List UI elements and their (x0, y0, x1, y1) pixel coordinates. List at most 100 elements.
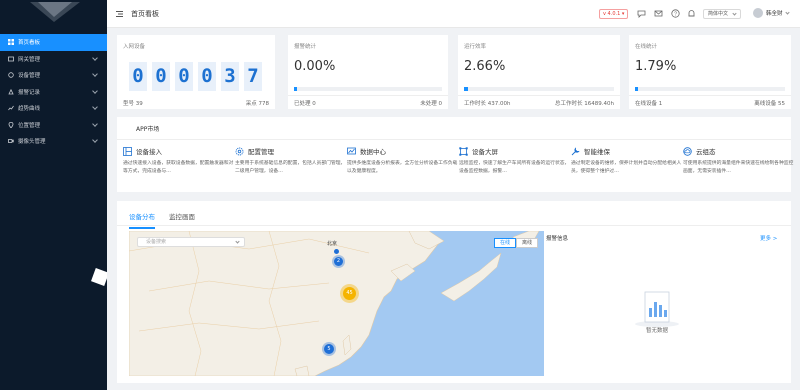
app-item-desc: 主要用于系统基础信息的配置，包括人员部门管理，二级用户管理，设备… (235, 161, 346, 174)
offline-toggle-button[interactable]: 离线 (515, 238, 538, 248)
svg-text:?: ? (674, 12, 677, 18)
app-item-name: 云组态 (696, 148, 716, 156)
app-item-maintenance[interactable]: 智能维保 通过制定设备的维修，保养计划并自动分配给相关人员，使得整个维护过… (571, 146, 684, 176)
app-item-desc: 提供多维度设备分析报表，全方位分析设备工作负载以及健康程度。 (347, 161, 458, 174)
digit: 0 (129, 62, 147, 91)
sidebar-item-camera[interactable]: 摄像头管理 (0, 133, 107, 150)
app-item-desc: 远程监控，快速了解生产车间所有设备的运行状态，设备监控数据，报警… (459, 161, 570, 174)
map-marker[interactable] (334, 249, 339, 254)
chevron-down-icon (92, 71, 98, 77)
chevron-down-icon (92, 87, 98, 94)
camera-icon (8, 138, 14, 144)
app-item-big-screen[interactable]: 设备大屏 远程监控，快速了解生产车间所有设备的运行状态，设备监控数据，报警… (459, 146, 572, 176)
stat-foot-left: 已处理 0 (294, 101, 316, 107)
stat-foot-left: 工作时长 437.00h (464, 101, 511, 107)
stat-value: 0.00% (294, 59, 336, 74)
alarm-icon (8, 88, 14, 95)
app-item-data-center[interactable]: 数据中心 提供多维度设备分析报表，全方位分析设备工作负载以及健康程度。 (347, 146, 460, 176)
digit: 0 (198, 62, 216, 91)
app-item-device-access[interactable]: 设备接入 通过快速接入设备，获取设备数据，配置触发器和对等方式，完成设备与… (123, 146, 236, 176)
device-map[interactable]: 设备搜索 在线 离线 北京 2 45 5 (129, 231, 544, 376)
stat-label: 报警统计 (294, 44, 317, 50)
stat-value: 1.79% (635, 59, 677, 74)
stat-foot-right: 采点 778 (245, 101, 269, 107)
tab-bar: 设备分布 监控画面 (129, 211, 195, 229)
digit: 0 (175, 62, 193, 91)
stat-foot-right: 离线设备 55 (754, 101, 785, 107)
app-item-desc: 通过快速接入设备，获取设备数据，配置触发器和对等方式，完成设备与… (123, 161, 234, 174)
progress-bar (464, 87, 614, 91)
chat-icon[interactable] (637, 9, 646, 18)
language-select[interactable]: 简体中文 (703, 9, 741, 19)
device-search-select[interactable]: 设备搜索 (137, 237, 245, 247)
tab-monitor-screen[interactable]: 监控画面 (169, 211, 195, 229)
map-label-beijing: 北京 (327, 241, 338, 247)
user-menu[interactable]: 韩全财 (753, 8, 790, 18)
stat-foot-right: 总工作时长 16489.40h (555, 101, 614, 107)
device-count-digits: 0 0 0 0 3 7 (129, 62, 262, 91)
sidebar-item-location[interactable]: 位置管理 (0, 117, 107, 134)
map-cluster[interactable]: 2 (332, 255, 345, 268)
app-market-card: APP市场 设备接入 通过快速接入设备，获取设备数据，配置触发器和对等方式，完成… (117, 117, 793, 192)
sidebar-item-gateway[interactable]: 网关管理 (0, 51, 107, 68)
menu-collapse-icon[interactable] (116, 11, 123, 17)
empty-data-icon (635, 291, 679, 327)
sidebar-item-trend[interactable]: 趋势曲线 (0, 100, 107, 117)
app-item-name: 数据中心 (360, 148, 386, 156)
device-count-card: 入网设备 0 0 0 0 3 7 型号 39 采点 778 (117, 35, 275, 109)
divider (117, 225, 791, 226)
app-item-cloud[interactable]: 云组态 可使用系统提供的海量组件来快速在线绘制各种监控画面，无需安装插件… (683, 146, 796, 176)
help-icon[interactable]: ? (671, 9, 680, 18)
sidebar: 首页看板 网关管理 设备管理 报警记录 趋势曲线 位置管理 摄像头管理 (0, 0, 107, 390)
sidebar-item-label: 设备管理 (18, 73, 41, 80)
device-icon (8, 72, 14, 78)
online-toggle-button[interactable]: 在线 (493, 238, 516, 248)
sidebar-item-label: 首页看板 (18, 40, 41, 47)
message-icon[interactable] (654, 9, 663, 18)
chevron-down-icon (92, 54, 98, 61)
chevron-down-icon (92, 137, 98, 143)
bell-icon[interactable] (687, 9, 696, 18)
sidebar-menu: 首页看板 网关管理 设备管理 报警记录 趋势曲线 位置管理 摄像头管理 (0, 34, 107, 150)
sidebar-item-alarm[interactable]: 报警记录 (0, 84, 107, 101)
page-title: 首页看板 (131, 10, 159, 18)
stat-label: 在线统计 (635, 44, 658, 50)
divider (458, 95, 620, 96)
home-icon (8, 39, 14, 46)
avatar (753, 8, 763, 18)
device-access-icon (123, 146, 132, 156)
stat-foot-left: 在线设备 1 (635, 101, 663, 107)
digit: 7 (244, 62, 262, 91)
chevron-down-icon (732, 11, 737, 16)
stat-label: 入网设备 (123, 44, 146, 50)
digit: 3 (221, 62, 239, 91)
username: 韩全财 (766, 11, 783, 17)
app-item-desc: 通过制定设备的维修，保养计划并自动分配给相关人员，使得整个维护过… (571, 161, 682, 174)
map-cluster[interactable]: 5 (322, 342, 336, 356)
sidebar-item-label: 网关管理 (18, 56, 41, 63)
big-screen-icon (459, 146, 468, 156)
progress-bar (635, 87, 785, 91)
gear-icon (235, 147, 244, 155)
map-cluster[interactable]: 45 (340, 284, 359, 303)
chevron-down-icon (92, 120, 98, 127)
version-badge[interactable]: v 4.0.1 ▾ (599, 9, 629, 19)
stat-foot-left: 型号 39 (123, 101, 143, 107)
sidebar-item-label: 趋势曲线 (18, 106, 41, 113)
divider (117, 139, 791, 140)
gateway-icon (8, 56, 14, 62)
stat-value: 2.66% (464, 59, 506, 74)
chart-icon (8, 105, 14, 111)
sidebar-item-label: 摄像头管理 (18, 139, 46, 146)
sidebar-item-device[interactable]: 设备管理 (0, 67, 107, 84)
app-market-title: APP市场 (136, 126, 160, 133)
sidebar-item-label: 报警记录 (18, 89, 41, 96)
progress-fill (294, 87, 297, 91)
divider (288, 95, 448, 96)
chevron-down-icon (92, 104, 98, 110)
app-item-name: 设备大屏 (472, 148, 498, 156)
app-item-config[interactable]: 配置管理 主要用于系统基础信息的配置，包括人员部门管理，二级用户管理，设备… (235, 146, 348, 176)
more-link[interactable]: 更多 > (760, 234, 777, 242)
tab-device-distribution[interactable]: 设备分布 (129, 211, 155, 229)
sidebar-item-home[interactable]: 首页看板 (0, 34, 107, 51)
